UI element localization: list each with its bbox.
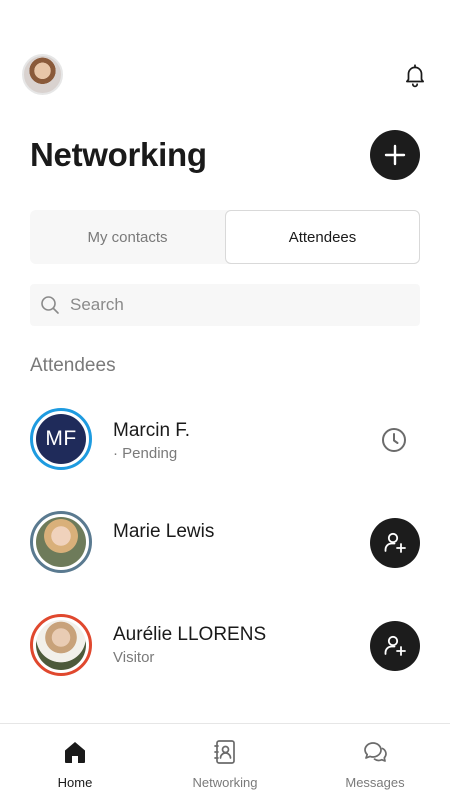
tab-networking[interactable]: Networking [150, 724, 300, 800]
notifications-bell-icon[interactable] [402, 62, 428, 88]
bottom-tab-bar: Home Networking Messages [0, 723, 450, 800]
segment-attendees[interactable]: Attendees [225, 210, 420, 264]
attendee-status: · Pending [113, 445, 178, 462]
avatar: MF [30, 408, 92, 470]
pending-clock-icon[interactable] [380, 426, 408, 459]
add-contact-button[interactable] [370, 518, 420, 568]
attendee-name: Marie Lewis [113, 521, 215, 542]
add-contact-button[interactable] [370, 621, 420, 671]
segment-my-contacts[interactable]: My contacts [30, 210, 225, 264]
add-contact-icon [384, 635, 406, 656]
add-button[interactable] [370, 130, 420, 180]
attendee-row[interactable]: Aurélie LLORENS Visitor [30, 614, 420, 680]
search-bar [30, 284, 420, 326]
search-icon [41, 296, 59, 314]
top-bar [22, 54, 428, 96]
tab-label: Messages [345, 775, 405, 790]
avatar-photo [36, 620, 86, 670]
attendee-name: Aurélie LLORENS [113, 624, 267, 645]
avatar [30, 511, 92, 573]
clock-icon [382, 428, 406, 452]
avatar-initials: MF [45, 427, 77, 450]
add-contact-icon [384, 532, 406, 553]
tab-messages[interactable]: Messages [300, 724, 450, 800]
attendee-row[interactable]: Marie Lewis [30, 511, 420, 577]
page-title: Networking [30, 136, 207, 173]
tab-label: Home [57, 775, 93, 790]
contacts-segmented-control: My contacts Attendees [30, 210, 420, 264]
section-title: Attendees [30, 355, 116, 376]
avatar [30, 614, 92, 676]
avatar-photo [36, 517, 86, 567]
chat-bubbles-icon [364, 742, 387, 762]
attendee-row[interactable]: MF Marcin F. · Pending [30, 408, 420, 474]
tab-label: Networking [192, 775, 258, 790]
plus-icon [384, 144, 406, 166]
profile-avatar[interactable] [22, 54, 63, 95]
page-header: Networking [30, 130, 420, 182]
search-input[interactable] [70, 295, 390, 315]
home-icon [65, 742, 85, 763]
attendee-name: Marcin F. [113, 420, 191, 441]
attendee-role: Visitor [113, 649, 155, 666]
tab-home[interactable]: Home [0, 724, 150, 800]
contacts-book-icon [214, 740, 235, 764]
